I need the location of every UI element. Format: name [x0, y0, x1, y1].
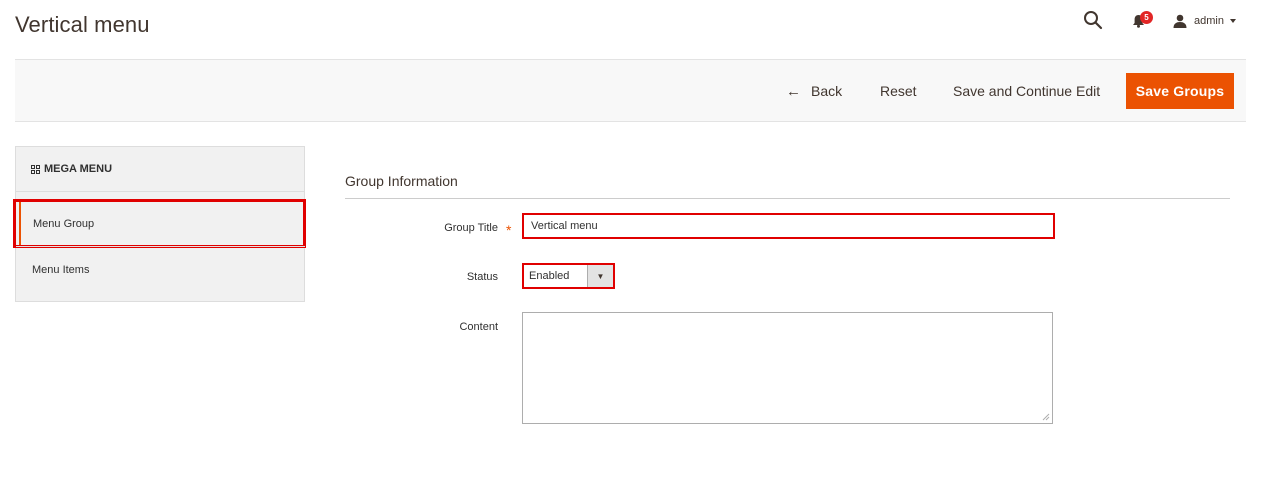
status-select[interactable]: Enabled ▼ — [522, 263, 615, 289]
save-and-continue-button[interactable]: Save and Continue Edit — [953, 73, 1100, 109]
required-marker: * — [506, 222, 512, 238]
reset-button[interactable]: Reset — [880, 73, 917, 109]
resize-grip-icon[interactable] — [1041, 412, 1050, 421]
status-label: Status — [466, 271, 498, 283]
back-arrow-icon: ← — [786, 82, 801, 100]
back-label: Back — [811, 83, 843, 99]
sidebar-item-menu-items[interactable]: Menu Items — [16, 246, 305, 292]
sidebar-item-menu-group[interactable]: Menu Group — [13, 199, 306, 248]
page-actions-bar: ← Back Reset Save and Continue Edit Save… — [15, 59, 1246, 122]
group-title-label: Group Title — [444, 222, 498, 234]
section-title: Group Information — [345, 173, 458, 189]
user-name: admin — [1194, 15, 1224, 27]
header-actions: 5 admin — [1083, 10, 1236, 32]
user-menu[interactable]: admin — [1173, 14, 1236, 28]
section-divider — [345, 198, 1230, 199]
select-arrow-icon: ▼ — [587, 265, 613, 287]
notification-badge: 5 — [1140, 11, 1154, 24]
page-title: Vertical menu — [15, 12, 150, 37]
caret-down-icon — [1230, 19, 1236, 23]
user-icon — [1173, 14, 1187, 28]
sidebar-title: MEGA MENU — [44, 163, 113, 175]
back-button[interactable]: ← Back — [786, 73, 842, 109]
sidebar: MEGA MENU Menu Group Menu Items — [13, 146, 306, 302]
save-groups-button[interactable]: Save Groups — [1126, 73, 1234, 109]
sidebar-item-label: Menu Group — [33, 217, 95, 230]
content-textarea[interactable] — [522, 312, 1053, 424]
search-button[interactable] — [1083, 10, 1105, 32]
notifications-button[interactable]: 5 — [1131, 10, 1154, 32]
group-title-input[interactable] — [522, 213, 1055, 239]
search-icon — [1084, 11, 1103, 30]
grid-icon — [31, 164, 40, 174]
status-selected-value: Enabled — [529, 270, 570, 282]
content-label: Content — [459, 321, 498, 333]
sidebar-header: MEGA MENU — [16, 147, 304, 192]
sidebar-item-label: Menu Items — [32, 263, 90, 276]
